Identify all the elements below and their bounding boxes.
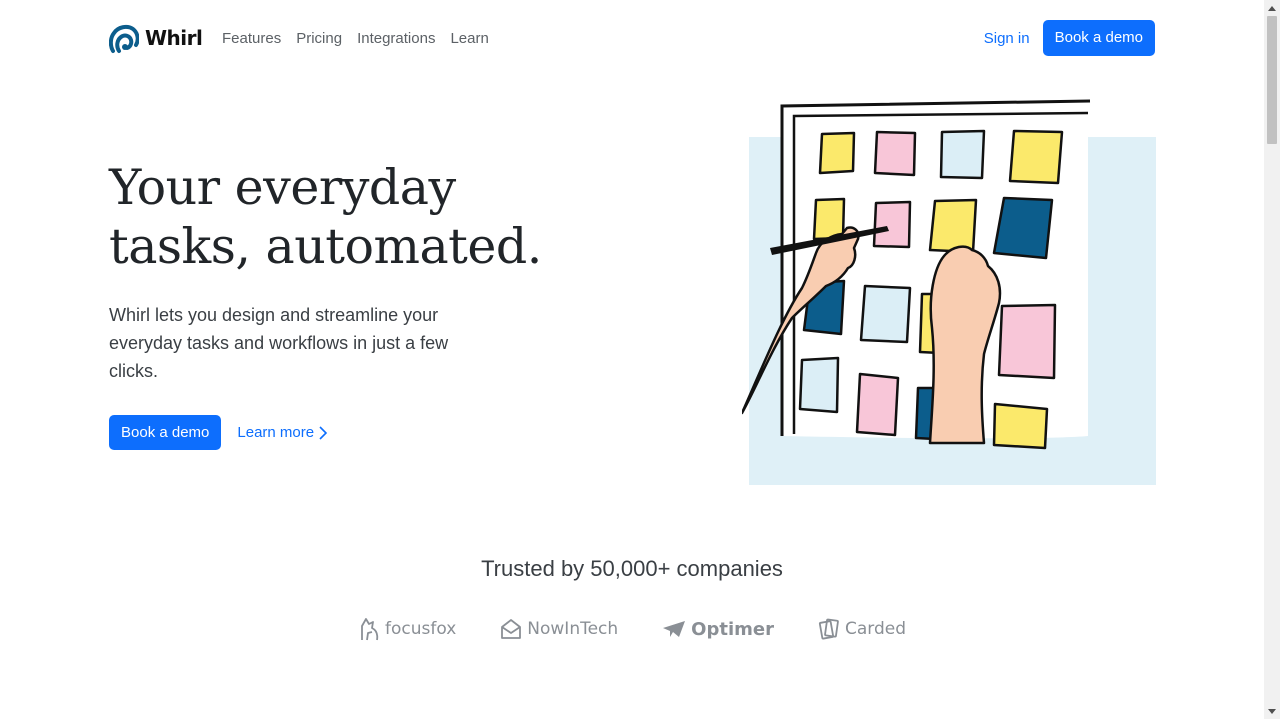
fox-icon: [361, 618, 379, 641]
top-navbar: Whirl Features Pricing Integrations Lear…: [109, 20, 1155, 56]
logo-optimer: Optimer: [662, 619, 774, 640]
nav-link-pricing[interactable]: Pricing: [296, 30, 342, 47]
logo-focusfox-label: focusfox: [384, 619, 457, 639]
logo-focusfox: focusfox: [358, 616, 456, 642]
hero-title-line-2: tasks, automated.: [109, 218, 542, 275]
learn-more-label: Learn more: [237, 424, 315, 441]
hero-title-line-1: Your everyday: [109, 159, 456, 216]
logo-optimer-label: Optimer: [691, 618, 774, 640]
hero-lead: Whirl lets you design and streamline you…: [109, 305, 449, 381]
brand-name: Whirl: [145, 26, 203, 50]
scrollbar-thumb[interactable]: [1267, 16, 1277, 144]
brand-link[interactable]: Whirl: [109, 20, 203, 56]
nav-links: Features Pricing Integrations Learn: [222, 20, 489, 56]
logo-nowintech: NowInTech: [500, 618, 618, 640]
logo-carded-label: Carded: [844, 619, 907, 639]
nav-link-learn[interactable]: Learn: [450, 30, 488, 47]
cards-icon: [818, 618, 839, 640]
whirl-logo-icon: [109, 24, 139, 53]
hero-book-demo-button[interactable]: Book a demo: [109, 415, 222, 450]
logo-nowintech-label: NowInTech: [527, 619, 619, 639]
nav-actions: Sign in Book a demo: [984, 20, 1155, 56]
customer-logos: focusfox NowInTech Optimer Carded: [0, 616, 1264, 642]
hero-actions: Book a demo Learn more: [109, 415, 328, 450]
hero-title: Your everyday tasks, automated.: [109, 158, 542, 276]
chevron-right-icon: [319, 425, 328, 440]
learn-more-link[interactable]: Learn more: [237, 424, 328, 441]
page-scrollbar[interactable]: [1264, 0, 1280, 719]
sign-in-link[interactable]: Sign in: [984, 30, 1030, 47]
scroll-up-arrow-icon[interactable]: [1264, 0, 1280, 16]
trust-title: Trusted by 50,000+ companies: [481, 556, 783, 581]
envelope-icon: [501, 619, 522, 639]
nav-link-features[interactable]: Features: [222, 30, 281, 47]
nav-link-integrations[interactable]: Integrations: [357, 30, 435, 47]
hero-illustration: [742, 99, 1156, 485]
scroll-down-arrow-icon[interactable]: [1264, 703, 1280, 719]
nav-book-demo-button[interactable]: Book a demo: [1042, 20, 1155, 56]
paper-plane-icon: [663, 621, 686, 637]
logo-carded: Carded: [818, 618, 906, 640]
page: Whirl Features Pricing Integrations Lear…: [0, 0, 1264, 719]
